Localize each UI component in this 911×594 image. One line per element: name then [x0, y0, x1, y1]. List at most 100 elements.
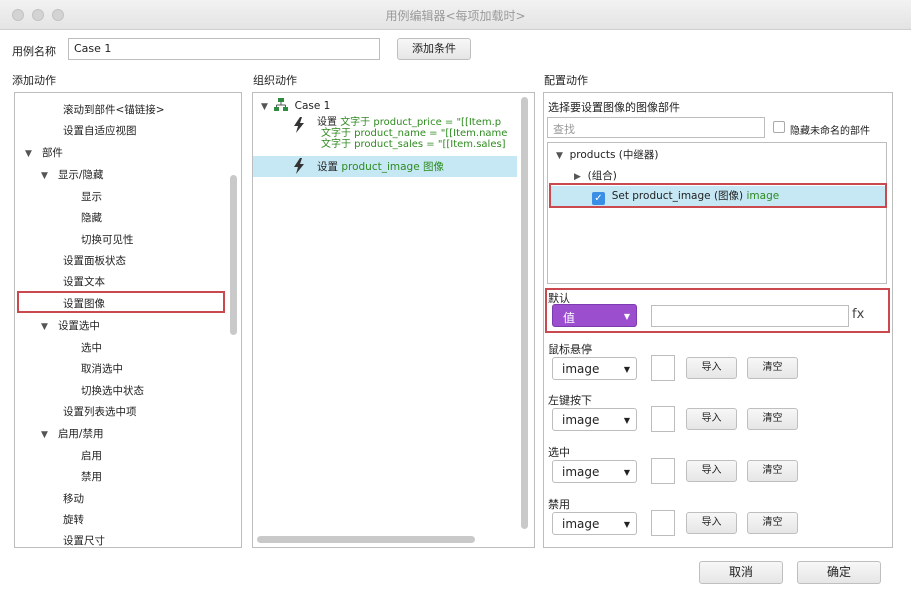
dropdown-value: image — [562, 362, 600, 376]
action-item[interactable]: 取消选中 — [81, 361, 123, 376]
highlight-set-product-image — [549, 183, 887, 208]
case-name-input[interactable]: Case 1 — [68, 38, 380, 60]
state-hover-dropdown[interactable]: image ▼ — [552, 357, 637, 380]
action-set-image[interactable]: 设置 product_image 图像 — [293, 158, 445, 174]
state-label-disabled: 禁用 — [548, 498, 570, 511]
default-value-dropdown[interactable]: 值 ▼ — [552, 304, 637, 327]
state-label-selected: 选中 — [548, 446, 570, 459]
lightning-icon — [294, 158, 304, 174]
default-value-input[interactable] — [651, 305, 849, 327]
state-selected-preview[interactable] — [651, 458, 675, 484]
state-selected-dropdown[interactable]: image ▼ — [552, 460, 637, 483]
state-label-hover: 鼠标悬停 — [548, 343, 592, 356]
vertical-scrollbar[interactable] — [230, 175, 237, 335]
config-action-header: 配置动作 — [544, 74, 588, 87]
action-item[interactable]: 设置自适应视图 — [63, 123, 137, 138]
action-prefix: 设置 — [317, 117, 337, 128]
highlight-set-image — [17, 291, 225, 313]
action-item[interactable]: 隐藏 — [81, 210, 102, 225]
horizontal-scrollbar[interactable] — [257, 536, 475, 543]
state-disabled-clear-button[interactable]: 清空 — [747, 512, 798, 534]
action-item[interactable]: 设置尺寸 — [63, 533, 105, 547]
action-detail: 文字于 product_price = "[[Item.p — [340, 117, 502, 128]
state-mousedown-clear-button[interactable]: 清空 — [747, 408, 798, 430]
case-tree-icon — [274, 98, 289, 111]
action-item[interactable]: 设置文本 — [63, 274, 105, 289]
widget-tree-label: products (中继器) — [569, 149, 659, 161]
action-item[interactable]: 切换选中状态 — [81, 383, 144, 398]
action-detail: product_image 图像 — [341, 161, 445, 173]
action-item[interactable]: 选中 — [81, 340, 102, 355]
action-detail: 文字于 product_name = "[[Item.name — [321, 128, 508, 139]
state-disabled-import-button[interactable]: 导入 — [686, 512, 737, 534]
action-group-enable-disable[interactable]: ▼ 启用/禁用 — [41, 426, 103, 441]
dropdown-value: image — [562, 413, 600, 427]
search-input[interactable]: 查找 — [547, 117, 765, 138]
organize-action-header: 组织动作 — [253, 74, 297, 87]
state-mousedown-preview[interactable] — [651, 406, 675, 432]
expand-triangle-icon[interactable]: ▼ — [41, 322, 48, 332]
add-action-panel[interactable]: 滚动到部件<锚链接> 设置自适应视图 ▼ 部件 ▼ 显示/隐藏 显示 隐藏 切换… — [14, 92, 242, 548]
action-group-label: 显示/隐藏 — [57, 169, 104, 181]
chevron-down-icon: ▼ — [623, 416, 630, 425]
state-selected-import-button[interactable]: 导入 — [686, 460, 737, 482]
action-item[interactable]: 设置列表选中项 — [63, 404, 137, 419]
collapse-triangle-icon[interactable]: ▶ — [574, 172, 581, 182]
chevron-down-icon: ▼ — [623, 365, 630, 374]
state-mousedown-dropdown[interactable]: image ▼ — [552, 408, 637, 431]
expand-triangle-icon[interactable]: ▼ — [261, 102, 268, 112]
action-group-set-selected[interactable]: ▼ 设置选中 — [41, 318, 100, 333]
action-group-label: 设置选中 — [57, 320, 100, 332]
expand-triangle-icon[interactable]: ▼ — [41, 430, 48, 440]
dropdown-value: 值 — [563, 311, 576, 325]
cancel-button[interactable]: 取消 — [699, 561, 783, 584]
case-row[interactable]: ▼ Case 1 — [261, 98, 330, 112]
expand-triangle-icon[interactable]: ▼ — [41, 171, 48, 181]
action-item[interactable]: 滚动到部件<锚链接> — [63, 102, 165, 117]
action-item[interactable]: 旋转 — [63, 512, 84, 527]
expand-triangle-icon[interactable]: ▼ — [556, 151, 563, 161]
action-group-label: 启用/禁用 — [57, 428, 104, 440]
state-disabled-preview[interactable] — [651, 510, 675, 536]
case-name-label: 用例名称 — [12, 45, 56, 58]
hide-unnamed-label: 隐藏未命名的部件 — [790, 126, 870, 137]
ok-button[interactable]: 确定 — [797, 561, 881, 584]
state-hover-preview[interactable] — [651, 355, 675, 381]
state-selected-clear-button[interactable]: 清空 — [747, 460, 798, 482]
action-group-widgets[interactable]: ▼ 部件 — [25, 145, 63, 160]
action-item[interactable]: 禁用 — [81, 469, 102, 484]
chevron-down-icon: ▼ — [623, 468, 630, 477]
lightning-icon — [294, 117, 304, 133]
case-label: Case 1 — [294, 100, 331, 112]
vertical-scrollbar[interactable] — [521, 97, 528, 529]
widget-tree-group[interactable]: ▶ (组合) — [574, 168, 617, 183]
select-widget-label: 选择要设置图像的图像部件 — [548, 101, 680, 114]
action-detail: 文字于 product_sales = "[[Item.sales] — [321, 139, 506, 150]
state-mousedown-import-button[interactable]: 导入 — [686, 408, 737, 430]
expand-triangle-icon[interactable]: ▼ — [25, 149, 32, 159]
action-item[interactable]: 切换可见性 — [81, 232, 134, 247]
action-item[interactable]: 启用 — [81, 448, 102, 463]
widget-tree-products[interactable]: ▼ products (中继器) — [556, 147, 659, 162]
action-group-label: 部件 — [41, 147, 63, 159]
hide-unnamed-checkbox[interactable] — [773, 121, 785, 133]
chevron-down-icon: ▼ — [623, 520, 630, 529]
action-set-text[interactable]: 设置 文字于 product_price = "[[Item.p 文字于 pro… — [293, 117, 507, 150]
state-hover-import-button[interactable]: 导入 — [686, 357, 737, 379]
add-condition-button[interactable]: 添加条件 — [397, 38, 471, 60]
fx-button[interactable]: fx — [852, 307, 864, 322]
action-item[interactable]: 显示 — [81, 189, 102, 204]
state-disabled-dropdown[interactable]: image ▼ — [552, 512, 637, 535]
state-label-mousedown: 左键按下 — [548, 394, 592, 407]
widget-tree-panel[interactable]: ▼ products (中继器) ▶ (组合) ✓ Set product_im… — [547, 142, 887, 284]
action-item[interactable]: 设置面板状态 — [63, 253, 126, 268]
dropdown-value: image — [562, 517, 600, 531]
widget-tree-label: (组合) — [587, 170, 617, 182]
dropdown-value: image — [562, 465, 600, 479]
organize-action-panel[interactable]: ▼ Case 1 设置 文字于 product_price = "[[Item.… — [252, 92, 535, 548]
action-group-show-hide[interactable]: ▼ 显示/隐藏 — [41, 167, 103, 182]
add-action-header: 添加动作 — [12, 74, 56, 87]
window-title: 用例编辑器<每项加载时> — [385, 9, 526, 23]
action-item[interactable]: 移动 — [63, 491, 84, 506]
state-hover-clear-button[interactable]: 清空 — [747, 357, 798, 379]
